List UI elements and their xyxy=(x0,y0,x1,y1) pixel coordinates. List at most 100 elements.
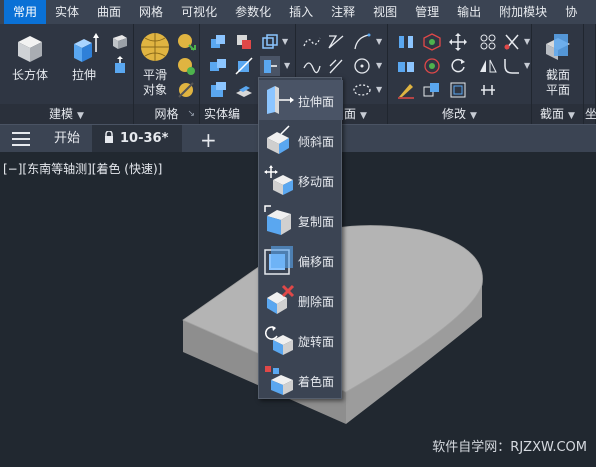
smooth-object-button[interactable]: 平滑 对象 xyxy=(136,30,174,98)
extrude-button[interactable]: 拉伸 xyxy=(62,30,106,83)
line-icon[interactable] xyxy=(326,32,346,52)
menu-tab-addins[interactable]: 附加模块 xyxy=(490,0,556,24)
3d-rotate-icon[interactable] xyxy=(422,32,442,52)
interfere-icon[interactable] xyxy=(208,56,228,76)
subtract-icon[interactable] xyxy=(234,32,254,52)
taper-face-icon xyxy=(267,125,290,154)
align-icon[interactable] xyxy=(396,32,416,52)
active-document-title: 10-36* xyxy=(120,131,169,146)
helix-icon[interactable] xyxy=(326,56,346,76)
menu-item-delete-face[interactable]: 删除面 xyxy=(259,280,343,320)
tab-active-document[interactable]: 10-36* xyxy=(92,125,183,153)
panel-title-section[interactable]: 截面 ▼ xyxy=(532,104,583,124)
menu-tab-visualize[interactable]: 可视化 xyxy=(172,0,226,24)
fillet-icon[interactable] xyxy=(502,56,522,76)
stretch-icon[interactable] xyxy=(478,80,498,100)
intersect-icon[interactable] xyxy=(260,32,280,52)
offset-face-icon xyxy=(264,246,293,275)
presspull-icon[interactable] xyxy=(110,56,130,76)
move-face-icon xyxy=(264,165,293,195)
rotate-icon[interactable] xyxy=(448,56,468,76)
chevron-down-icon[interactable]: ▼ xyxy=(524,37,530,46)
shell-icon[interactable] xyxy=(234,80,254,100)
menu-item-offset-face[interactable]: 偏移面 xyxy=(259,240,343,280)
panel-title-modify[interactable]: 修改 ▼ xyxy=(388,104,531,124)
tab-start[interactable]: 开始 xyxy=(54,125,80,153)
array-icon[interactable] xyxy=(478,32,498,52)
chevron-down-icon: ▼ xyxy=(360,111,367,121)
face-edit-dropdown: 拉伸面 倾斜面 移动面 复制面 偏移面 删除面 旋转面 着色面 xyxy=(258,77,343,400)
menu-tab-insert[interactable]: 插入 xyxy=(280,0,322,24)
extrude-icon xyxy=(74,33,99,62)
section-plane-button[interactable]: 截面 平面 xyxy=(536,30,580,98)
menu-tab-surface[interactable]: 曲面 xyxy=(88,0,130,24)
chevron-down-icon[interactable]: ▼ xyxy=(376,37,382,46)
chevron-down-icon[interactable]: ▼ xyxy=(376,61,382,70)
color-face-icon xyxy=(265,366,293,395)
section-label-1: 截面 xyxy=(545,68,570,82)
menu-tab-home[interactable]: 常用 xyxy=(4,0,47,24)
menu-icon[interactable] xyxy=(12,132,30,146)
menu-item-move-face[interactable]: 移动面 xyxy=(259,160,343,200)
extract-edges-icon[interactable] xyxy=(208,80,228,100)
menu-bar: 常用 实体 曲面 网格 可视化 参数化 插入 注释 视图 管理 输出 附加模块 … xyxy=(0,0,596,24)
menu-tab-manage[interactable]: 管理 xyxy=(406,0,448,24)
box-label: 长方体 xyxy=(11,68,48,82)
polysolid-icon[interactable] xyxy=(110,32,130,52)
circle-icon[interactable] xyxy=(352,56,372,76)
trim-icon[interactable] xyxy=(502,32,522,52)
extrude-face-icon xyxy=(267,86,294,114)
chevron-down-icon[interactable]: ▼ xyxy=(284,61,290,70)
offset-icon[interactable] xyxy=(448,80,468,100)
menu-item-color-face[interactable]: 着色面 xyxy=(259,360,343,400)
chevron-down-icon: ▼ xyxy=(568,111,575,121)
3d-mirror-icon[interactable] xyxy=(396,56,416,76)
panel-title-mesh[interactable]: 网格 ↘ xyxy=(134,104,199,124)
lock-icon xyxy=(105,130,113,143)
rotate-face-icon xyxy=(265,326,293,355)
chevron-down-icon[interactable]: ▼ xyxy=(376,85,382,94)
slice-icon[interactable] xyxy=(234,56,254,76)
chevron-down-icon[interactable]: ▼ xyxy=(282,37,288,46)
menu-tab-parametric[interactable]: 参数化 xyxy=(226,0,280,24)
section-label-2: 平面 xyxy=(545,83,570,97)
box-icon xyxy=(18,36,42,62)
mirror-icon[interactable] xyxy=(478,56,498,76)
polyline-icon[interactable] xyxy=(302,32,322,52)
menu-item-rotate-face[interactable]: 旋转面 xyxy=(259,320,343,360)
box-button[interactable]: 长方体 xyxy=(8,30,52,83)
watermark: 软件自学网：RJZXW.COM xyxy=(432,440,587,455)
menu-tab-annotate[interactable]: 注释 xyxy=(322,0,364,24)
arc-icon[interactable] xyxy=(352,32,372,52)
menu-tab-collaborate[interactable]: 协 xyxy=(556,0,586,24)
panel-title-coordinates[interactable]: 坐 xyxy=(584,104,596,124)
delete-face-icon xyxy=(267,284,295,314)
copy-face-icon xyxy=(264,205,291,235)
3d-scale-icon[interactable] xyxy=(422,56,442,76)
union-icon[interactable] xyxy=(208,32,228,52)
extrude-label: 拉伸 xyxy=(71,68,96,82)
menu-tab-view[interactable]: 视图 xyxy=(364,0,406,24)
new-tab-icon[interactable]: + xyxy=(200,128,217,152)
copy-icon[interactable] xyxy=(422,80,442,100)
mesh-uncrease-icon[interactable] xyxy=(176,80,196,100)
spline-icon[interactable] xyxy=(302,56,322,76)
extrude-face-menu-icon[interactable] xyxy=(260,56,280,76)
menu-item-copy-face[interactable]: 复制面 xyxy=(259,200,343,240)
menu-item-taper-face[interactable]: 倾斜面 xyxy=(259,120,343,160)
ellipse-icon[interactable] xyxy=(352,80,372,100)
panel-modeling: 长方体 拉伸 建模 ▼ xyxy=(0,24,134,124)
menu-item-extrude-face[interactable]: 拉伸面 xyxy=(259,80,343,120)
mesh-refine-icon[interactable] xyxy=(176,32,196,52)
move-icon[interactable] xyxy=(448,32,468,52)
mesh-crease-icon[interactable] xyxy=(176,56,196,76)
erase-icon[interactable] xyxy=(396,80,416,100)
menu-tab-output[interactable]: 输出 xyxy=(448,0,490,24)
panel-coordinates: 坐 xyxy=(584,24,596,124)
smooth-label-2: 对象 xyxy=(142,83,167,97)
panel-mesh: 平滑 对象 网格 ↘ xyxy=(134,24,200,124)
chevron-down-icon[interactable]: ▼ xyxy=(524,61,530,70)
menu-tab-mesh[interactable]: 网格 xyxy=(130,0,172,24)
menu-tab-solid[interactable]: 实体 xyxy=(46,0,88,24)
panel-title-modeling[interactable]: 建模 ▼ xyxy=(0,104,133,124)
